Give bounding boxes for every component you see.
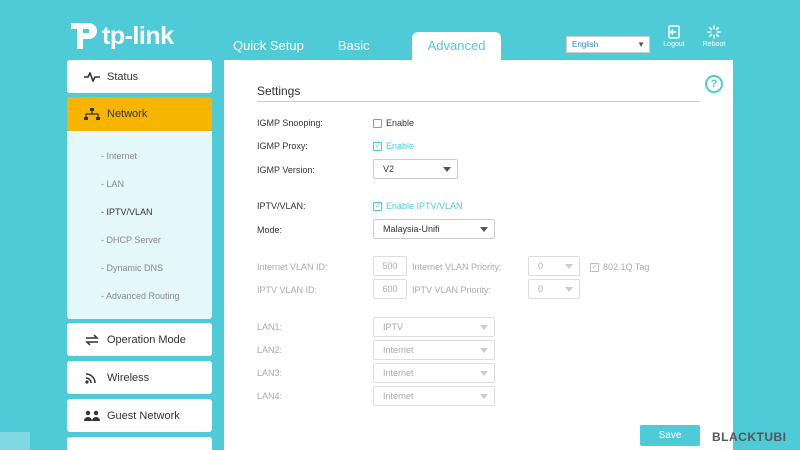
lan3-label: LAN3: [257, 368, 283, 378]
lan2-select[interactable]: Internet [373, 340, 495, 360]
chevron-down-icon [480, 227, 488, 232]
sidebar-item-network[interactable]: Network [67, 97, 212, 131]
tab-basic[interactable]: Basic [327, 32, 381, 60]
chevron-down-icon [480, 348, 488, 353]
tp-link-logo: tp-link [67, 19, 174, 53]
sidebar-item-wireless[interactable]: Wireless [67, 361, 212, 394]
sidebar-item-label: Wireless [107, 371, 150, 384]
language-select[interactable]: English ▼ [566, 36, 650, 53]
checkmark-icon: ✓ [373, 201, 382, 211]
subnav-dynamic-dns[interactable]: - Dynamic DNS [101, 263, 163, 273]
iptv-vlan-priority-select[interactable]: 0 [528, 279, 580, 299]
chevron-down-icon: ▼ [637, 40, 645, 49]
logout-label: Logout [663, 41, 685, 48]
subnav-lan[interactable]: - LAN [101, 179, 124, 189]
help-icon[interactable]: ? [705, 75, 723, 93]
tab-advanced[interactable]: Advanced [411, 32, 502, 60]
chevron-down-icon [480, 325, 488, 330]
mode-label: Mode: [257, 225, 283, 235]
iptv-vlan-priority-label: IPTV VLAN Priority: [412, 285, 492, 295]
corner-block [0, 432, 30, 450]
lan4-label: LAN4: [257, 391, 283, 401]
sidebar-item-operation-mode[interactable]: Operation Mode [67, 323, 212, 356]
subnav-advanced-routing[interactable]: - Advanced Routing [101, 291, 180, 301]
mode-select[interactable]: Malaysia-Unifi [373, 219, 495, 239]
top-nav-tabs: Quick Setup Basic Advanced [222, 32, 513, 60]
logout-button[interactable]: Logout [656, 25, 692, 48]
sidebar-item-status[interactable]: Status [67, 60, 212, 93]
network-subpanel: - Internet - LAN - IPTV/VLAN - DHCP Serv… [67, 131, 212, 319]
lan1-select[interactable]: IPTV [373, 317, 495, 337]
divider [257, 101, 700, 102]
reboot-label: Reboot [702, 41, 726, 48]
guest-network-icon [67, 410, 107, 422]
igmp-version-select[interactable]: V2 [373, 159, 458, 179]
wireless-icon [67, 372, 107, 384]
internet-vlan-priority-select[interactable]: 0 [528, 256, 580, 276]
lan3-select[interactable]: Internet [373, 363, 495, 383]
logo-text: tp-link [102, 21, 174, 50]
subnav-internet[interactable]: - Internet [101, 151, 137, 161]
chevron-down-icon [565, 264, 573, 269]
internet-vlan-id-label: Internet VLAN ID: [257, 262, 328, 272]
language-select-value: English [572, 40, 599, 49]
checkbox-unchecked-icon [373, 118, 382, 128]
reboot-button[interactable]: Reboot [696, 25, 732, 48]
sidebar-item-label: Status [107, 70, 139, 83]
select-value: Internet [383, 391, 414, 401]
checkmark-icon: ✓ [373, 141, 382, 151]
chevron-down-icon [443, 167, 451, 172]
operation-mode-icon [67, 333, 107, 346]
igmp-snooping-checkbox[interactable]: Enable [373, 118, 414, 128]
select-value: Malaysia-Unifi [383, 224, 440, 234]
select-value: Internet [383, 345, 414, 355]
settings-panel: ? Settings IGMP Snooping: Enable IGMP Pr… [224, 60, 733, 450]
sidebar-item-label: Operation Mode [107, 333, 186, 346]
select-value: V2 [383, 164, 395, 174]
lan1-label: LAN1: [257, 322, 283, 332]
iptv-vlan-id-input[interactable]: 600 [373, 279, 407, 299]
select-value: 0 [538, 284, 544, 294]
select-value: IPTV [383, 322, 404, 332]
subnav-dhcp-server[interactable]: - DHCP Server [101, 235, 161, 245]
chevron-down-icon [565, 287, 573, 292]
tp-link-logo-icon [71, 23, 97, 49]
logout-icon [668, 25, 680, 39]
8021q-tag-checkbox[interactable]: ✓ 802.1Q Tag [590, 262, 649, 272]
iptv-vlan-checkbox[interactable]: ✓ Enable IPTV/VLAN [373, 201, 463, 211]
select-value: Internet [383, 368, 414, 378]
chevron-down-icon [480, 394, 488, 399]
iptv-vlan-id-label: IPTV VLAN ID: [257, 285, 318, 295]
igmp-proxy-label: IGMP Proxy: [257, 141, 308, 151]
tab-quick-setup[interactable]: Quick Setup [222, 32, 315, 60]
save-button[interactable]: Save [640, 425, 700, 446]
subnav-iptv-vlan[interactable]: - IPTV/VLAN [101, 207, 153, 217]
lan2-label: LAN2: [257, 345, 283, 355]
sidebar-item-label: Guest Network [107, 409, 180, 422]
select-value: 0 [538, 261, 544, 271]
iptv-vlan-label: IPTV/VLAN: [257, 201, 306, 211]
sidebar-item-label: Network [107, 108, 148, 120]
checkbox-label: Enable [386, 141, 415, 151]
checkbox-label: Enable [386, 118, 415, 128]
sidebar-item-guest-network[interactable]: Guest Network [67, 399, 212, 432]
watermark: BLACKTUBI [712, 430, 787, 444]
checkbox-label: 802.1Q Tag [603, 262, 650, 272]
internet-vlan-id-input[interactable]: 500 [373, 256, 407, 276]
checkmark-icon: ✓ [590, 262, 599, 272]
reboot-icon [707, 25, 721, 39]
internet-vlan-priority-label: Internet VLAN Priority: [412, 262, 502, 272]
sidebar-item-partial[interactable] [67, 437, 212, 450]
igmp-version-label: IGMP Version: [257, 165, 315, 175]
network-icon [67, 108, 107, 120]
igmp-proxy-checkbox[interactable]: ✓ Enable [373, 141, 414, 151]
checkbox-label: Enable IPTV/VLAN [386, 201, 463, 211]
chevron-down-icon [480, 371, 488, 376]
status-pulse-icon [67, 71, 107, 82]
igmp-snooping-label: IGMP Snooping: [257, 118, 323, 128]
lan4-select[interactable]: Internet [373, 386, 495, 406]
page-title: Settings [257, 84, 301, 98]
